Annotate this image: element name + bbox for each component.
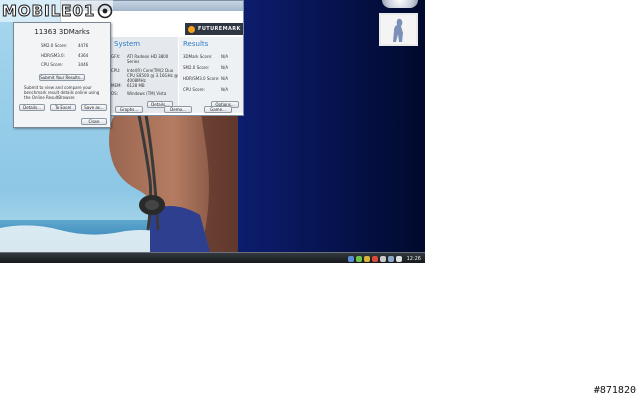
logo-eye-icon [98, 3, 113, 19]
clock-text[interactable]: 12:26 [407, 256, 421, 262]
system-tray: 12:26 [347, 254, 421, 263]
brand-name: FUTUREMARK [198, 26, 241, 32]
mem-label: MEM: [111, 83, 122, 88]
logo-text: MOBILE01 [1, 2, 96, 21]
os-value: Windows (TM) Vista [127, 91, 167, 96]
to-excel-button[interactable]: To Excel [50, 104, 76, 111]
system-title: System [114, 40, 141, 48]
save-as-button[interactable]: Save as... [81, 104, 107, 111]
graphs-button[interactable]: Graphs... [115, 106, 143, 113]
results-title: Results [183, 40, 209, 48]
network-icon[interactable] [347, 255, 354, 262]
os-label: OS: [111, 91, 119, 96]
dialog-sm20-value: 4476 [78, 43, 89, 48]
site-logo: MOBILE01 [0, 0, 114, 22]
dialog-cpu-label: CPU Score: [41, 62, 63, 67]
display-icon[interactable] [379, 255, 386, 262]
results-panel: Results 3DMark Score: N/A SM2.0 Score: N… [179, 37, 243, 113]
brand-mark-icon [188, 25, 195, 33]
power-icon[interactable] [395, 255, 402, 262]
demo-button[interactable]: Demo... [164, 106, 192, 113]
dialog-info-text: Submit to view and compare your benchmar… [24, 85, 100, 100]
image-id-watermark: #871820 [593, 385, 636, 396]
clock-gadget[interactable] [382, 0, 418, 8]
volume-icon[interactable] [387, 255, 394, 262]
3dmark-score-value: N/A [221, 54, 229, 59]
gfx-label: GFX: [111, 54, 121, 59]
dialog-hdr-label: HDR/SM3.0: [41, 53, 65, 58]
system-panel: System GFX: ATI Radeon HD 3800 Series CP… [110, 37, 178, 113]
dialog-sm20-label: SM2.0 Score: [41, 43, 68, 48]
cpu-score-label: CPU Score: [183, 87, 205, 92]
game-button[interactable]: Game... [204, 106, 232, 113]
dialog-hdr-value: 4364 [78, 53, 89, 58]
3dmark-score-label: 3DMark Score: [183, 54, 213, 59]
sm20-score-label: SM2.0 Score: [183, 65, 210, 70]
mem-value: 6128 MB [127, 83, 145, 88]
update-icon[interactable] [363, 255, 370, 262]
cpu-score-value: N/A [221, 87, 229, 92]
close-button[interactable]: Close [81, 118, 107, 125]
cpu-value: Intel(R) Core(TM)2 Duo CPU E8500 @ 3.16G… [127, 68, 179, 83]
submit-results-button[interactable]: Submit Your Results... [39, 74, 85, 81]
sm20-score-value: N/A [221, 65, 229, 70]
hdr-score-label: HDR/SM3.0 Score: [183, 76, 220, 81]
slideshow-gadget[interactable] [379, 13, 418, 46]
total-score: 11363 3DMarks [34, 28, 90, 36]
hdr-score-value: N/A [221, 76, 229, 81]
cpu-label: CPU: [111, 68, 121, 73]
dialog-cpu-value: 3446 [78, 62, 89, 67]
futuremark-logo: FUTUREMARK [185, 23, 243, 35]
antivirus-icon[interactable] [371, 255, 378, 262]
result-dialog[interactable]: 11363 3DMarks SM2.0 Score: 4476 HDR/SM3.… [13, 22, 111, 128]
taskbar: 12:26 [0, 252, 425, 263]
gfx-value: ATI Radeon HD 3800 Series [127, 54, 169, 64]
dialog-details-button[interactable]: Details... [19, 104, 45, 111]
desktop-screen: FUTUREMARK ncy Tes Sele System GFX: ATI … [0, 0, 425, 263]
security-icon[interactable] [355, 255, 362, 262]
